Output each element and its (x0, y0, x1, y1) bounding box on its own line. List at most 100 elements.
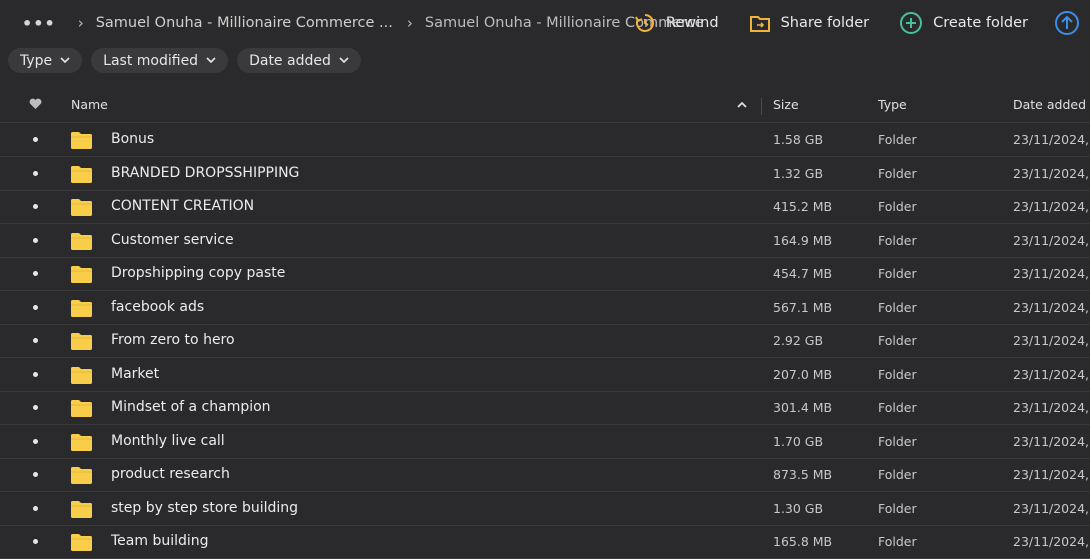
folder-icon (71, 232, 92, 254)
folder-name[interactable]: From zero to hero (111, 332, 235, 348)
folder-date-added: 23/11/2024, (1013, 400, 1090, 415)
folder-name[interactable]: facebook ads (111, 299, 204, 315)
share-folder-button[interactable]: Share folder (749, 13, 870, 33)
table-row[interactable]: Customer service 164.9 MB Folder 23/11/2024… (0, 224, 1090, 258)
table-row[interactable]: facebook ads 567.1 MB Folder 23/11/2024, (0, 291, 1090, 325)
folder-type: Folder (878, 299, 917, 315)
row-marker-dot (33, 271, 38, 276)
folder-size: 2.92 GB (773, 333, 824, 348)
share-folder-label: Share folder (780, 15, 870, 31)
folder-name[interactable]: product research (111, 466, 230, 482)
breadcrumb: ••• › Samuel Onuha - Millionaire Commerc… (22, 12, 704, 34)
table-row[interactable]: From zero to hero 2.92 GB Folder 23/11/2024… (0, 324, 1090, 358)
filter-type[interactable]: Type (8, 48, 83, 73)
folder-size: 207.0 MB (773, 366, 833, 382)
row-marker-dot (33, 438, 38, 444)
rewind-label: Rewind (665, 15, 719, 31)
folder-date-added: 23/11/2024, (1013, 299, 1090, 315)
table-row[interactable]: Team building 165.8 MB Folder 23/11/2024, (0, 525, 1090, 559)
folder-type: Folder (878, 266, 917, 281)
top-bar: ••• › Samuel Onuha - Millionaire Commerc… (0, 0, 1090, 44)
upload-button[interactable] (1054, 10, 1090, 36)
table-row[interactable]: Bonus 1.58 GB Folder 23/11/2024, (0, 123, 1090, 157)
row-marker-dot (33, 170, 38, 176)
folder-type: Folder (878, 467, 917, 482)
folder-type: Folder (878, 165, 917, 181)
folder-date-added: 23/11/2024, (1013, 433, 1090, 449)
column-header-name[interactable]: Name (71, 97, 108, 112)
row-marker-dot (33, 237, 38, 243)
table-row[interactable]: CONTENT CREATION 415.2 MB Folder 23/11/2024… (0, 190, 1090, 224)
chevron-down-icon (206, 57, 216, 64)
folder-name[interactable]: Team building (111, 533, 209, 549)
row-marker-dot (33, 338, 38, 343)
filter-bar: Type Last modified Date added (8, 48, 370, 73)
folder-date-added: 23/11/2024, (1013, 266, 1090, 281)
folder-name[interactable]: Dropshipping copy paste (111, 265, 285, 281)
folder-name[interactable]: CONTENT CREATION (111, 198, 254, 214)
toolbar: Rewind Share folder Create folder (604, 9, 1090, 37)
folder-icon (71, 399, 92, 421)
folder-name[interactable]: Mindset of a champion (111, 399, 271, 415)
filter-last-modified[interactable]: Last modified (91, 48, 229, 73)
table-row[interactable]: Monthly live call 1.70 GB Folder 23/11/2024… (0, 425, 1090, 459)
upload-icon (1055, 11, 1079, 35)
create-folder-button[interactable]: Create folder (899, 11, 1028, 35)
folder-size: 1.30 GB (773, 500, 824, 516)
folder-date-added: 23/11/2024, (1013, 534, 1090, 549)
rewind-icon (635, 14, 654, 32)
folder-date-added: 23/11/2024, (1013, 467, 1090, 482)
table-row[interactable]: Dropshipping copy paste 454.7 MB Folder 23/… (0, 257, 1090, 291)
filter-date-added[interactable]: Date added (237, 48, 361, 73)
row-marker-dot (33, 539, 38, 544)
folder-type: Folder (878, 366, 917, 382)
table-row[interactable]: Mindset of a champion 301.4 MB Folder 23/11… (0, 391, 1090, 425)
breadcrumb-item-parent[interactable]: Samuel Onuha - Millionaire Commerce ... (96, 15, 393, 31)
row-marker-dot (33, 405, 38, 410)
table-row[interactable]: BRANDED DROPSSHIPPING 1.32 GB Folder 23/11/… (0, 157, 1090, 191)
folder-size: 1.70 GB (773, 433, 824, 449)
folder-icon (71, 198, 92, 220)
filter-last-modified-label: Last modified (103, 52, 199, 69)
folder-name[interactable]: step by step store building (111, 500, 298, 516)
folder-name[interactable]: Bonus (111, 131, 154, 147)
row-marker-dot (33, 204, 38, 209)
filter-type-label: Type (20, 52, 53, 69)
folder-type: Folder (878, 534, 917, 549)
column-header-date-added[interactable]: Date added (1013, 97, 1086, 112)
folder-name[interactable]: Customer service (111, 232, 234, 248)
row-marker-dot (33, 505, 38, 511)
heart-icon[interactable] (29, 98, 42, 110)
folder-icon (71, 500, 92, 522)
table-row[interactable]: Market 207.0 MB Folder 23/11/2024, (0, 358, 1090, 392)
more-options-button[interactable]: ••• (22, 14, 56, 33)
table-row[interactable]: step by step store building 1.30 GB Folder… (0, 492, 1090, 526)
table-row[interactable]: product research 873.5 MB Folder 23/11/2024… (0, 458, 1090, 492)
folder-size: 1.58 GB (773, 132, 824, 147)
folder-date-added: 23/11/2024, (1013, 232, 1090, 248)
folder-date-added: 23/11/2024, (1013, 333, 1090, 348)
folder-size: 873.5 MB (773, 467, 833, 482)
chevron-down-icon (339, 57, 349, 64)
folder-name[interactable]: BRANDED DROPSSHIPPING (111, 165, 299, 181)
folder-size: 165.8 MB (773, 534, 833, 549)
column-header-size[interactable]: Size (773, 97, 799, 112)
folder-size: 567.1 MB (773, 299, 833, 315)
breadcrumb-separator-icon: › (406, 14, 413, 32)
column-header-type[interactable]: Type (878, 97, 907, 112)
rewind-button[interactable]: Rewind (634, 12, 719, 34)
folder-date-added: 23/11/2024, (1013, 165, 1090, 181)
folder-name[interactable]: Monthly live call (111, 433, 225, 449)
row-marker-dot (33, 304, 38, 310)
chevron-down-icon (60, 57, 70, 64)
row-marker-dot (33, 371, 38, 377)
breadcrumb-separator-icon: › (77, 14, 84, 32)
sort-ascending-icon[interactable] (737, 101, 747, 108)
create-folder-label: Create folder (933, 15, 1028, 31)
folder-name[interactable]: Market (111, 366, 159, 382)
folder-date-added: 23/11/2024, (1013, 199, 1090, 214)
folder-date-added: 23/11/2024, (1013, 366, 1090, 382)
folder-icon (71, 299, 92, 321)
folder-type: Folder (878, 199, 917, 214)
folder-icon (71, 265, 92, 287)
